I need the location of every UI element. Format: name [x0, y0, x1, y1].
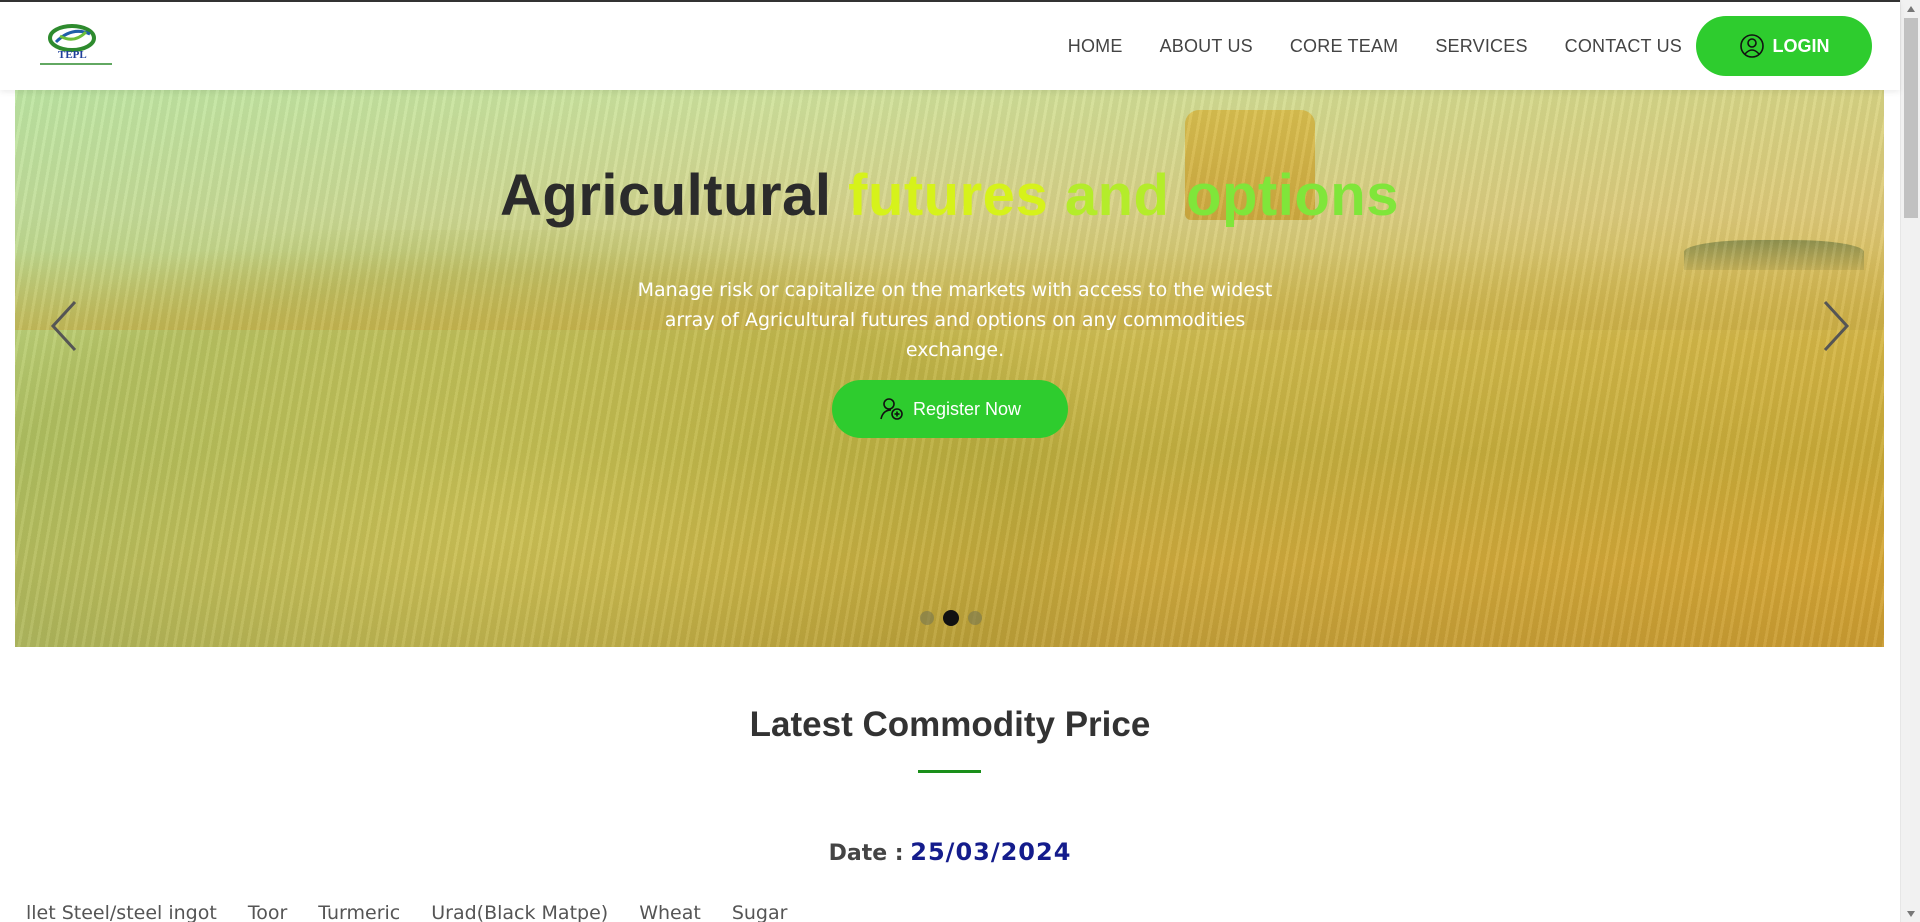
page-scrollbar[interactable] — [1900, 0, 1920, 922]
scroll-up-arrow[interactable] — [1901, 0, 1920, 17]
nav-services[interactable]: SERVICES — [1435, 36, 1527, 57]
commodity-item[interactable]: Sugar — [732, 902, 788, 922]
commodity-item[interactable]: Toor — [248, 902, 287, 922]
commodity-item[interactable]: Wheat — [639, 902, 701, 922]
section-title-underline — [918, 770, 981, 773]
register-now-button[interactable]: Register Now — [832, 380, 1068, 438]
date-label: Date : — [828, 841, 904, 866]
hero-title-word-4: options — [1186, 163, 1399, 228]
hero-carousel: Agricultural futures and options Manage … — [15, 90, 1884, 647]
triangle-up-icon — [1907, 5, 1915, 12]
main-nav: HOME ABOUT US CORE TEAM SERVICES CONTACT… — [1068, 16, 1872, 76]
carousel-dot-1[interactable] — [920, 611, 934, 625]
commodity-item[interactable]: Turmeric — [318, 902, 400, 922]
hero-description: Manage risk or capitalize on the markets… — [637, 279, 1273, 361]
price-date: Date : 25/03/2024 — [0, 838, 1900, 867]
register-now-label: Register Now — [912, 398, 1022, 419]
hero-title-word-3: and — [1064, 163, 1170, 228]
date-value: 25/03/2024 — [910, 838, 1072, 866]
commodity-ticker: llet Steel/steel ingot Toor Turmeric Ura… — [0, 902, 1900, 922]
carousel-prev-arrow[interactable] — [45, 298, 85, 354]
hero-title: Agricultural futures and options — [15, 162, 1884, 229]
hero-title-word-2: futures — [848, 163, 1049, 228]
nav-core-team[interactable]: CORE TEAM — [1290, 36, 1398, 57]
svg-text:TEPL: TEPL — [58, 49, 87, 61]
scroll-down-arrow[interactable] — [1901, 905, 1920, 922]
chevron-right-icon — [1823, 300, 1850, 352]
login-button[interactable]: LOGIN — [1696, 16, 1872, 76]
carousel-next-arrow[interactable] — [1815, 298, 1855, 354]
chevron-left-icon — [50, 300, 77, 352]
site-header: TEPL HOME ABOUT US CORE TEAM SERVICES CO… — [0, 2, 1900, 90]
user-circle-icon — [1739, 34, 1764, 58]
nav-contact-us[interactable]: CONTACT US — [1565, 36, 1682, 57]
section-title: Latest Commodity Price — [749, 705, 1151, 744]
carousel-indicators — [920, 610, 991, 626]
user-add-icon — [880, 398, 903, 420]
hero-title-word-1: Agricultural — [500, 163, 832, 228]
commodity-ticker-track: llet Steel/steel ingot Toor Turmeric Ura… — [26, 902, 818, 922]
nav-home[interactable]: HOME — [1068, 36, 1123, 57]
carousel-dot-3[interactable] — [968, 611, 982, 625]
commodity-item[interactable]: llet Steel/steel ingot — [26, 902, 217, 922]
login-label: LOGIN — [1772, 35, 1830, 56]
carousel-dot-2[interactable] — [943, 610, 959, 626]
triangle-down-icon — [1907, 910, 1915, 917]
scrollbar-thumb[interactable] — [1904, 18, 1918, 218]
tepl-logo[interactable]: TEPL — [36, 24, 116, 70]
commodity-item[interactable]: Urad(Black Matpe) — [431, 902, 608, 922]
nav-about-us[interactable]: ABOUT US — [1160, 36, 1253, 57]
